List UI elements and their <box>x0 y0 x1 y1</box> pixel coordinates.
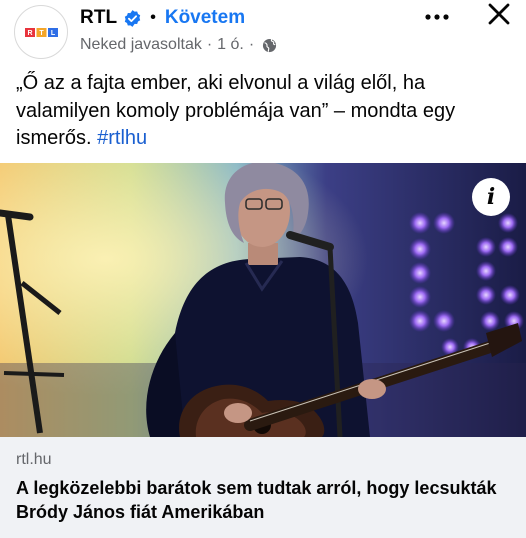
more-options-icon <box>425 14 449 20</box>
follow-button[interactable]: Követem <box>165 7 245 29</box>
concert-photo <box>0 163 526 437</box>
hashtag-link[interactable]: #rtlhu <box>97 127 147 149</box>
svg-text:R: R <box>27 30 32 37</box>
meta-separator: · <box>206 36 213 53</box>
globe-icon[interactable] <box>262 38 277 53</box>
page-name-row: RTL • Követem <box>80 6 245 30</box>
meta-separator: · <box>248 36 255 53</box>
page-avatar[interactable]: R T L <box>14 5 68 59</box>
page-name[interactable]: RTL <box>80 7 117 29</box>
more-options-button[interactable] <box>420 4 456 28</box>
post-header: R T L RTL • Követem Neked javasoltak · 1… <box>0 0 526 62</box>
name-separator-dot: • <box>150 9 156 26</box>
post-image[interactable] <box>0 163 526 437</box>
close-icon <box>488 3 510 25</box>
svg-text:T: T <box>39 30 44 37</box>
rtl-logo: R T L <box>25 28 58 37</box>
svg-text:L: L <box>51 30 56 37</box>
post-timestamp[interactable]: 1 ó. <box>217 36 244 54</box>
suggested-label: Neked javasoltak <box>80 36 202 53</box>
link-title[interactable]: A legközelebbi barátok sem tudtak arról,… <box>16 476 516 524</box>
info-icon: i <box>486 184 496 210</box>
post-meta: Neked javasoltak · 1 ó. · <box>80 35 277 55</box>
link-domain: rtl.hu <box>16 451 52 468</box>
close-button[interactable] <box>482 0 516 32</box>
post-text: „Ő az a fajta ember, aki elvonul a világ… <box>16 70 511 153</box>
info-button[interactable]: i <box>472 178 510 216</box>
post-message: „Ő az a fajta ember, aki elvonul a világ… <box>16 72 456 149</box>
link-preview-card[interactable]: rtl.hu A legközelebbi barátok sem tudtak… <box>0 437 526 538</box>
verified-badge-icon <box>125 9 141 27</box>
